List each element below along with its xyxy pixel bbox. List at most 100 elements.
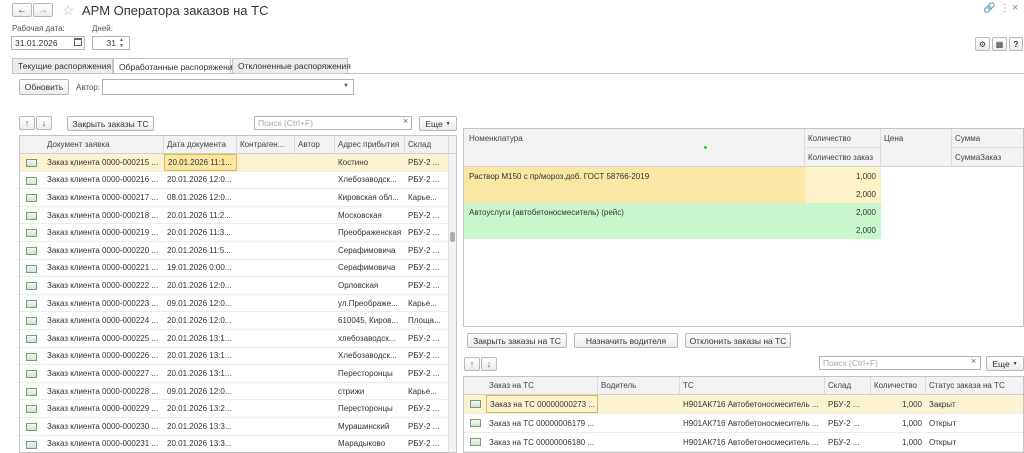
col-ts-order[interactable]: Заказ на ТС (486, 377, 598, 394)
row-status: Закрыт (929, 399, 956, 409)
table-settings-button[interactable]: ▦ (992, 37, 1007, 51)
document-icon (26, 247, 37, 255)
col-sum[interactable]: Сумма (952, 129, 1023, 148)
col-status[interactable]: Статус заказа на ТС (926, 377, 1023, 394)
col-address[interactable]: Адрес прибытия (335, 136, 405, 153)
table-row[interactable]: Заказ клиента 0000-000216 ... 20.01.2026 … (20, 172, 456, 190)
table-row[interactable]: Заказ клиента 0000-000220 ... 20.01.2026 … (20, 242, 456, 260)
link-icon[interactable]: 🔗 (983, 3, 995, 14)
col-price[interactable]: Цена (881, 129, 952, 167)
gear-icon: ⚙ (978, 39, 987, 49)
bottom-search-input[interactable]: Поиск (Ctrl+F) (819, 356, 981, 370)
author-dropdown-icon[interactable]: ▼ (343, 83, 349, 89)
nomenclature-row-1[interactable]: Раствор М150 с пр/мороз.доб. ГОСТ 58766-… (464, 167, 881, 203)
col-vehicle[interactable]: ТС (680, 377, 825, 394)
col-driver[interactable]: Водитель (598, 377, 680, 394)
row-counterparty (237, 277, 295, 294)
col-quantity-order[interactable]: Количество заказ (805, 148, 881, 167)
col-warehouse[interactable]: Склад (405, 136, 449, 153)
reject-ts-orders-button[interactable]: Отклонить заказы на ТС (685, 333, 791, 348)
col-author[interactable]: Автор (295, 136, 335, 153)
table-row[interactable]: Заказ клиента 0000-000215 ... 20.01.2026 … (20, 154, 456, 172)
nomenclature-name: Автоуслуги (автобетоносмеситель) (рейс) (469, 208, 624, 217)
star-icon[interactable]: ☆ (62, 2, 75, 19)
row-warehouse: Площа... (408, 316, 441, 326)
days-label: Дней: (92, 24, 113, 33)
tab-rejected[interactable]: Отклоненные распоряжения (232, 58, 351, 73)
col-quantity[interactable]: Количество (805, 129, 881, 148)
days-stepper-icon[interactable]: ▲ ▼ (119, 37, 124, 49)
close-icon[interactable]: × (1012, 2, 1018, 14)
table-row[interactable]: Заказ клиента 0000-000222 ... 20.01.2026 … (20, 277, 456, 295)
col-nomenclature[interactable]: Номенклатура (464, 129, 805, 167)
table-row[interactable]: Заказ клиента 0000-000223 ... 09.01.2026 … (20, 295, 456, 313)
close-ts-orders-button[interactable]: Закрыть заказы на ТС (467, 333, 567, 348)
document-icon (26, 229, 37, 238)
days-field[interactable]: 31 (92, 36, 130, 50)
clear-search-icon[interactable]: × (971, 356, 976, 366)
table-row[interactable]: Заказ клиента 0000-000226 ... 20.01.2026 … (20, 348, 456, 366)
table-row[interactable]: Заказ клиента 0000-000230 ... 20.01.2026 … (20, 418, 456, 436)
col-sum-order[interactable]: СуммаЗаказ (952, 148, 1023, 167)
nomenclature-row-2[interactable]: Автоуслуги (автобетоносмеситель) (рейс) … (464, 203, 881, 239)
left-more-button[interactable]: Еще ▼ (419, 116, 457, 131)
orders-table: Документ заявка Дата документа Контраген… (19, 135, 457, 453)
move-down-button[interactable]: ↓ (36, 116, 52, 130)
document-icon (26, 405, 37, 414)
bottom-down-button[interactable]: ↓ (481, 357, 497, 371)
col-warehouse[interactable]: Склад (825, 377, 871, 394)
settings-button[interactable]: ⚙ (975, 37, 990, 51)
row-status: Открыт (929, 437, 957, 447)
row-author (295, 207, 335, 224)
calendar-icon[interactable] (74, 38, 82, 46)
col-counterparty[interactable]: Контраген... (237, 136, 295, 153)
table-row[interactable]: Заказ на ТС 00000000273 ... H901АК716 Авт… (464, 395, 1023, 414)
author-field[interactable] (102, 79, 354, 95)
table-row[interactable]: Заказ на ТС 00000006180 ... H901АК716 Авт… (464, 433, 1023, 452)
document-icon (26, 194, 37, 203)
forward-button[interactable]: → (33, 3, 53, 17)
more-icon[interactable]: ⋮ (1000, 3, 1010, 14)
left-scrollbar[interactable] (448, 154, 456, 452)
bottom-up-button[interactable]: ↑ (464, 357, 480, 371)
row-qty: 1,000 (901, 418, 922, 428)
row-counterparty (237, 312, 295, 329)
row-ts-order: Заказ на ТС 00000000273 ... (486, 395, 598, 413)
row-address: хлебозаводск... (338, 333, 396, 343)
left-search-input[interactable]: Поиск (Ctrl+F) (254, 116, 412, 130)
table-row[interactable]: Заказ клиента 0000-000225 ... 20.01.2026 … (20, 330, 456, 348)
row-counterparty (237, 295, 295, 312)
tab-processed[interactable]: Обработанные распоряжения (113, 58, 237, 74)
close-vehicle-orders-button[interactable]: Закрыть заказы ТС (67, 116, 154, 131)
col-date[interactable]: Дата документа (164, 136, 237, 153)
table-row[interactable]: Заказ клиента 0000-000221 ... 19.01.2026 … (20, 260, 456, 278)
col-qty[interactable]: Количество (871, 377, 926, 394)
table-row[interactable]: Заказ клиента 0000-000228 ... 09.01.2026 … (20, 383, 456, 401)
table-row[interactable]: Заказ клиента 0000-000229 ... 20.01.2026 … (20, 400, 456, 418)
left-scrollbar-thumb[interactable] (450, 232, 455, 242)
row-author (295, 189, 335, 206)
row-warehouse: РБУ-2 ... (408, 228, 440, 238)
col-document[interactable]: Документ заявка (44, 136, 164, 153)
back-button[interactable]: ← (12, 3, 32, 17)
nomenclature-qty: 1,000 (855, 172, 876, 181)
row-date: 20.01.2026 13:2... (167, 404, 232, 414)
table-row[interactable]: Заказ клиента 0000-000231 ... 20.01.2026 … (20, 436, 456, 452)
help-button[interactable]: ? (1009, 37, 1023, 51)
table-row[interactable]: Заказ клиента 0000-000224 ... 20.01.2026 … (20, 312, 456, 330)
table-row[interactable]: Заказ на ТС 00000006179 ... H901АК716 Авт… (464, 414, 1023, 433)
row-author (295, 348, 335, 365)
move-up-button[interactable]: ↑ (19, 116, 35, 130)
document-icon (26, 299, 37, 308)
table-row[interactable]: Заказ клиента 0000-000219 ... 20.01.2026 … (20, 224, 456, 242)
bottom-more-button[interactable]: Еще ▼ (986, 356, 1024, 371)
refresh-button[interactable]: Обновить (19, 79, 69, 95)
clear-search-icon[interactable]: × (403, 116, 408, 126)
assign-driver-button[interactable]: Назначить водителя (574, 333, 678, 348)
table-row[interactable]: Заказ клиента 0000-000227 ... 20.01.2026 … (20, 365, 456, 383)
row-warehouse: РБУ-2 ... (828, 437, 860, 447)
help-icon: ? (1013, 39, 1019, 49)
table-row[interactable]: Заказ клиента 0000-000217 ... 08.01.2026 … (20, 189, 456, 207)
tab-current[interactable]: Текущие распоряжения (12, 58, 113, 73)
table-row[interactable]: Заказ клиента 0000-000218 ... 20.01.2026 … (20, 207, 456, 225)
